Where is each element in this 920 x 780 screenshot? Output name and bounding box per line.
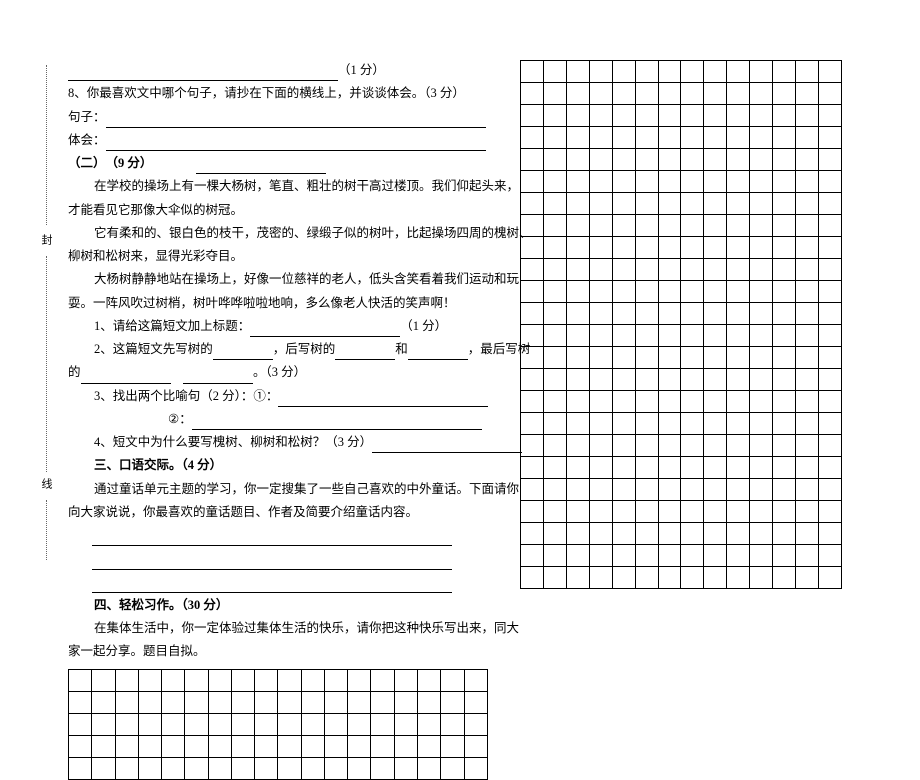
q2-2-line2: 的 。（3 分）	[68, 362, 490, 383]
sec3-blank2[interactable]	[68, 548, 490, 569]
composition-grid-left[interactable]	[68, 669, 488, 780]
fold-dots-lower	[46, 500, 47, 560]
passage-p1a: 在学校的操场上有一棵大杨树，笔直、粗壮的树干高过楼顶。我们仰起头来，	[68, 176, 490, 197]
q2-1: 1、请给这篇短文加上标题：（1 分）	[68, 316, 490, 337]
fold-dots-upper	[46, 65, 47, 225]
sec3-blank3[interactable]	[68, 572, 490, 593]
q2-2-line1: 2、这篇短文先写树的，后写树的和，最后写树	[68, 339, 490, 360]
composition-grid-right[interactable]	[520, 60, 842, 589]
q8-feel: 体会：	[68, 130, 490, 151]
fold-label-2: 线	[38, 478, 54, 489]
q2-3-line1: 3、找出两个比喻句（2 分）：①：	[68, 386, 490, 407]
sec3-blank1[interactable]	[68, 525, 490, 546]
sec4-line1: 在集体生活中，你一定体验过集体生活的快乐，请你把这种快乐写出来，同大	[68, 618, 490, 639]
section-3-heading: 三、口语交际。（4 分）	[68, 455, 490, 476]
passage-p2a: 它有柔和的、银白色的枝干，茂密的、绿缎子似的树叶，比起操场四周的槐树、	[68, 223, 490, 244]
q8-text: 8、你最喜欢文中哪个句子，请抄在下面的横线上，并谈谈体会。（3 分）	[68, 83, 490, 104]
sec4-line2: 家一起分享。题目自拟。	[68, 641, 490, 662]
section-2-heading: （二） （9 分）	[68, 153, 490, 174]
section-4-heading: 四、轻松习作。（30 分）	[68, 595, 490, 616]
q8-sentence: 句子：	[68, 107, 490, 128]
q2-4: 4、短文中为什么要写槐树、柳树和松树？（3 分）	[68, 432, 490, 453]
q2-3-line2: ②：	[68, 409, 490, 430]
sec3-line2: 向大家说说，你最喜欢的童话题目、作者及简要介绍童话内容。	[68, 502, 490, 523]
passage-p2b: 柳树和松树来，显得光彩夺目。	[68, 246, 490, 267]
passage-p3a: 大杨树静静地站在操场上，好像一位慈祥的老人，低头含笑看着我们运动和玩	[68, 269, 490, 290]
passage-p1b: 才能看见它那像大伞似的树冠。	[68, 200, 490, 221]
fold-dots-mid	[46, 256, 47, 472]
top-blank-score: （1 分）	[68, 60, 490, 81]
fold-label-1: 封	[38, 234, 54, 245]
sec3-line1: 通过童话单元主题的学习，你一定搜集了一些自己喜欢的中外童话。下面请你	[68, 479, 490, 500]
passage-p3b: 耍。一阵风吹过树梢，树叶哗哗啦啦地响，多么像老人快活的笑声啊！	[68, 293, 490, 314]
